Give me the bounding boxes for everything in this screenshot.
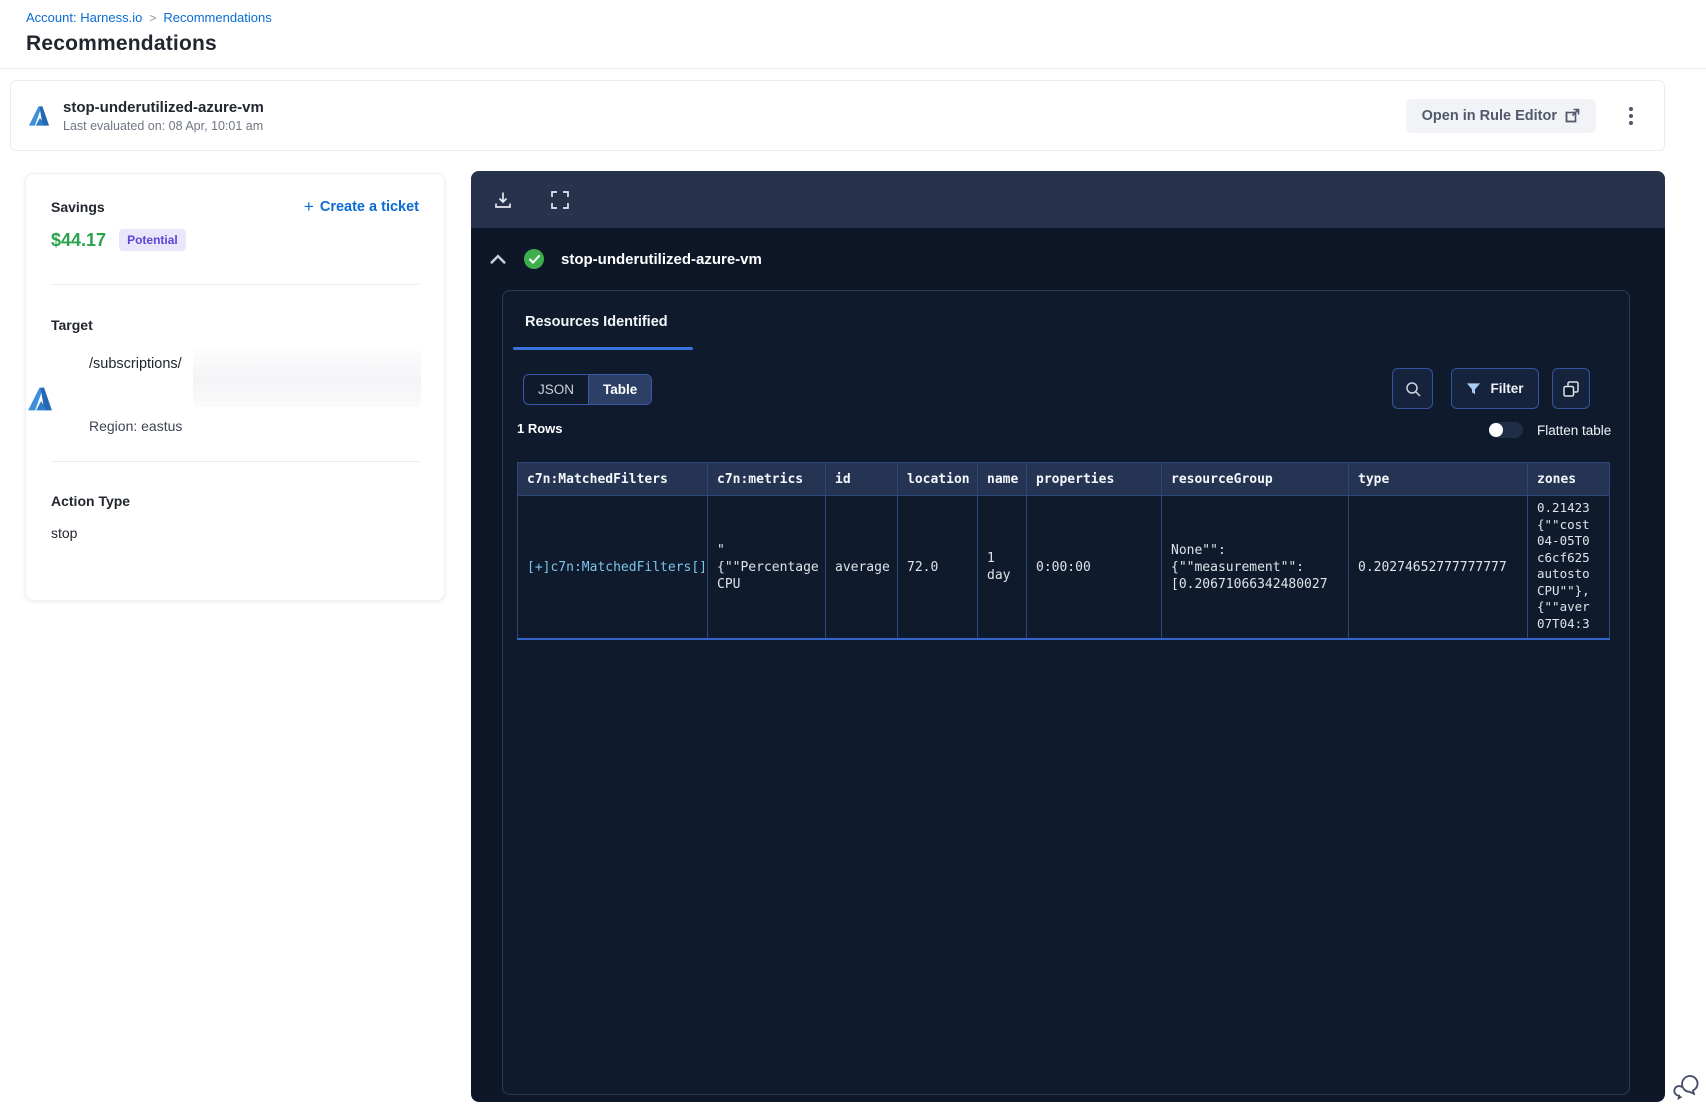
rule-output-panel: stop-underutilized-azure-vm Resources Id… xyxy=(471,171,1665,1102)
action-type-value: stop xyxy=(51,525,78,541)
column-header: c7n:metrics xyxy=(707,462,826,496)
copy-button[interactable] xyxy=(1552,368,1590,409)
plus-icon: + xyxy=(303,197,314,216)
breadcrumb-separator-icon: > xyxy=(149,11,157,25)
collapse-icon[interactable] xyxy=(490,251,506,267)
table-cell: " {""Percentage CPU xyxy=(707,495,826,640)
open-rule-editor-button[interactable]: Open in Rule Editor xyxy=(1405,98,1596,133)
page-header: Account: Harness.io > Recommendations Reco… xyxy=(0,0,1706,69)
filter-icon xyxy=(1467,382,1481,394)
table-cell: None"": {""measurement"": [0.20671066342… xyxy=(1161,495,1349,640)
last-evaluated-text: Last evaluated on: 08 Apr, 10:01 am xyxy=(63,118,264,133)
target-region: Region: eastus xyxy=(89,418,183,434)
chat-support-icon[interactable] xyxy=(1672,1072,1702,1102)
table-view-toggle[interactable]: Table xyxy=(589,375,652,404)
table-cell: 0:00:00 xyxy=(1026,495,1162,640)
check-circle-icon xyxy=(524,249,544,269)
target-label: Target xyxy=(51,317,93,333)
recommendation-header-card: stop-underutilized-azure-vm Last evaluat… xyxy=(10,80,1665,151)
column-header: resourceGroup xyxy=(1161,462,1349,496)
flatten-table-control: Flatten table xyxy=(1489,422,1611,438)
column-header: type xyxy=(1348,462,1528,496)
resources-table: c7n:MatchedFilters c7n:metrics id locati… xyxy=(517,462,1610,640)
table-cell: 0.21423 {""cost 04-05T0 c6cf625 autosto … xyxy=(1527,495,1610,640)
table-cell: average xyxy=(825,495,898,640)
action-type-label: Action Type xyxy=(51,493,131,509)
savings-amount: $44.17 xyxy=(51,229,107,250)
table-row: [+]c7n:MatchedFilters[] " {""Percentage … xyxy=(517,495,1610,640)
view-mode-toggle: JSON Table xyxy=(523,374,653,405)
create-ticket-button[interactable]: + Create a ticket xyxy=(304,198,419,215)
json-view-toggle[interactable]: JSON xyxy=(524,375,590,404)
potential-badge: Potential xyxy=(119,229,186,251)
filter-button[interactable]: Filter xyxy=(1451,368,1539,409)
search-icon xyxy=(1405,381,1421,397)
table-cell: 0.20274652777777777 xyxy=(1348,495,1528,640)
recommendation-header-text: stop-underutilized-azure-vm Last evaluat… xyxy=(63,99,1406,133)
column-header: id xyxy=(825,462,898,496)
page-title: Recommendations xyxy=(26,32,217,55)
table-header-row: c7n:MatchedFilters c7n:metrics id locati… xyxy=(517,462,1610,496)
column-header: zones xyxy=(1527,462,1610,496)
fullscreen-icon[interactable] xyxy=(549,189,571,211)
breadcrumb-account-link[interactable]: Account: Harness.io xyxy=(26,10,142,25)
rows-count: 1 Rows xyxy=(517,421,563,436)
panel-toolbar xyxy=(471,171,1665,228)
savings-label: Savings xyxy=(51,198,105,215)
flatten-table-toggle[interactable] xyxy=(1489,422,1523,438)
open-rule-editor-label: Open in Rule Editor xyxy=(1421,107,1557,124)
rule-result-title: stop-underutilized-azure-vm xyxy=(561,250,762,268)
divider xyxy=(51,461,419,462)
column-header: location xyxy=(897,462,978,496)
matched-filters-expander[interactable]: [+]c7n:MatchedFilters[] xyxy=(517,495,708,640)
azure-icon xyxy=(28,105,50,126)
column-header: c7n:MatchedFilters xyxy=(517,462,708,496)
recommendation-details-card: Savings + Create a ticket $44.17 Potenti… xyxy=(25,173,445,601)
table-cell: 72.0 xyxy=(897,495,978,640)
search-button[interactable] xyxy=(1392,368,1433,409)
breadcrumb-recommendations-link[interactable]: Recommendations xyxy=(163,10,271,25)
rule-result-header: stop-underutilized-azure-vm xyxy=(490,249,1665,269)
active-tab-underline xyxy=(513,347,693,350)
column-header: properties xyxy=(1026,462,1162,496)
tab-resources-identified[interactable]: Resources Identified xyxy=(525,314,668,330)
redacted-subscription-id xyxy=(193,349,421,407)
create-ticket-label: Create a ticket xyxy=(319,198,419,215)
copy-icon xyxy=(1563,380,1579,397)
download-icon[interactable] xyxy=(492,189,514,211)
azure-icon xyxy=(28,387,52,411)
kebab-menu-icon[interactable] xyxy=(1618,101,1644,131)
resources-identified-card: Resources Identified JSON Table Filter 1… xyxy=(502,290,1630,1095)
external-link-icon xyxy=(1565,108,1580,123)
flatten-table-label: Flatten table xyxy=(1537,422,1612,438)
table-cell: 1 day xyxy=(977,495,1027,640)
recommendation-name: stop-underutilized-azure-vm xyxy=(63,98,264,116)
breadcrumb: Account: Harness.io > Recommendations xyxy=(26,10,1706,25)
filter-label: Filter xyxy=(1490,381,1524,396)
column-header: name xyxy=(977,462,1027,496)
target-subscription-path: /subscriptions/ xyxy=(89,356,182,372)
divider xyxy=(51,284,419,285)
